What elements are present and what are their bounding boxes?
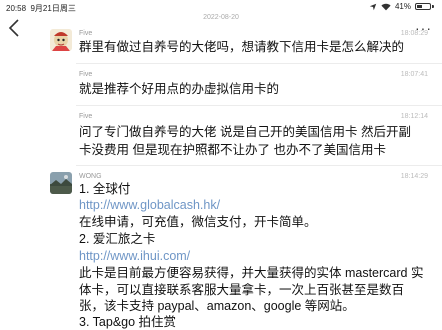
status-time: 20:58 bbox=[6, 4, 27, 13]
message-time: 18:12:14 bbox=[400, 113, 428, 120]
message-sender: Five bbox=[79, 30, 93, 37]
avatar[interactable] bbox=[50, 29, 72, 51]
avatar[interactable] bbox=[50, 172, 72, 194]
landscape-photo-icon bbox=[50, 172, 72, 194]
message-line: 2. 爱汇旅之卡 bbox=[79, 232, 156, 246]
message-line: 在线申请，可充值，微信支付，开卡简单。 bbox=[79, 215, 317, 229]
message-divider bbox=[76, 63, 442, 64]
message-sender: Five bbox=[79, 113, 93, 120]
message-divider bbox=[76, 105, 442, 106]
status-indicators: 41% bbox=[369, 2, 434, 11]
message-sender: WONG bbox=[79, 173, 102, 180]
battery-percent: 41% bbox=[394, 2, 411, 11]
message-line: 此卡是目前最方便容易获得，并大量获得的实体 mastercard 实 bbox=[79, 266, 424, 280]
location-icon bbox=[369, 3, 377, 10]
chevron-left-icon bbox=[8, 19, 19, 37]
battery-cap bbox=[432, 5, 434, 8]
message-sender: Five bbox=[79, 71, 93, 78]
cartoon-avatar-icon bbox=[50, 29, 72, 51]
message-time: 18:08:29 bbox=[400, 30, 428, 37]
battery-icon bbox=[415, 3, 431, 10]
message-time: 18:14:29 bbox=[400, 173, 428, 180]
message-link[interactable]: http://www.globalcash.hk/ bbox=[79, 196, 220, 214]
wifi-icon bbox=[381, 3, 391, 10]
message-time: 18:07:41 bbox=[400, 71, 428, 78]
date-separator: 2022-08-20 bbox=[203, 14, 239, 21]
status-time-date: 20:58 9月21日周三 bbox=[6, 3, 76, 14]
battery-level bbox=[417, 5, 422, 8]
status-date: 9月21日周三 bbox=[30, 4, 76, 13]
status-bar: 20:58 9月21日周三 41% bbox=[0, 0, 442, 14]
message-text[interactable]: 群里有做过自养号的大佬吗，想请教下信用卡是怎么解决的 bbox=[79, 38, 404, 56]
message-text-line[interactable]: 问了专门做自养号的大佬 说是自己开的美国信用卡 然后开副 bbox=[79, 123, 411, 141]
message-text[interactable]: 就是推荐个好用点的办虚拟信用卡的 bbox=[79, 80, 279, 98]
message-text-line[interactable]: 卡没费用 但是现在护照都不让办了 也办不了美国信用卡 bbox=[79, 141, 386, 159]
message-link[interactable]: http://www.ihui.com/ bbox=[79, 247, 190, 265]
message-divider bbox=[76, 165, 442, 166]
back-button[interactable] bbox=[8, 18, 28, 40]
